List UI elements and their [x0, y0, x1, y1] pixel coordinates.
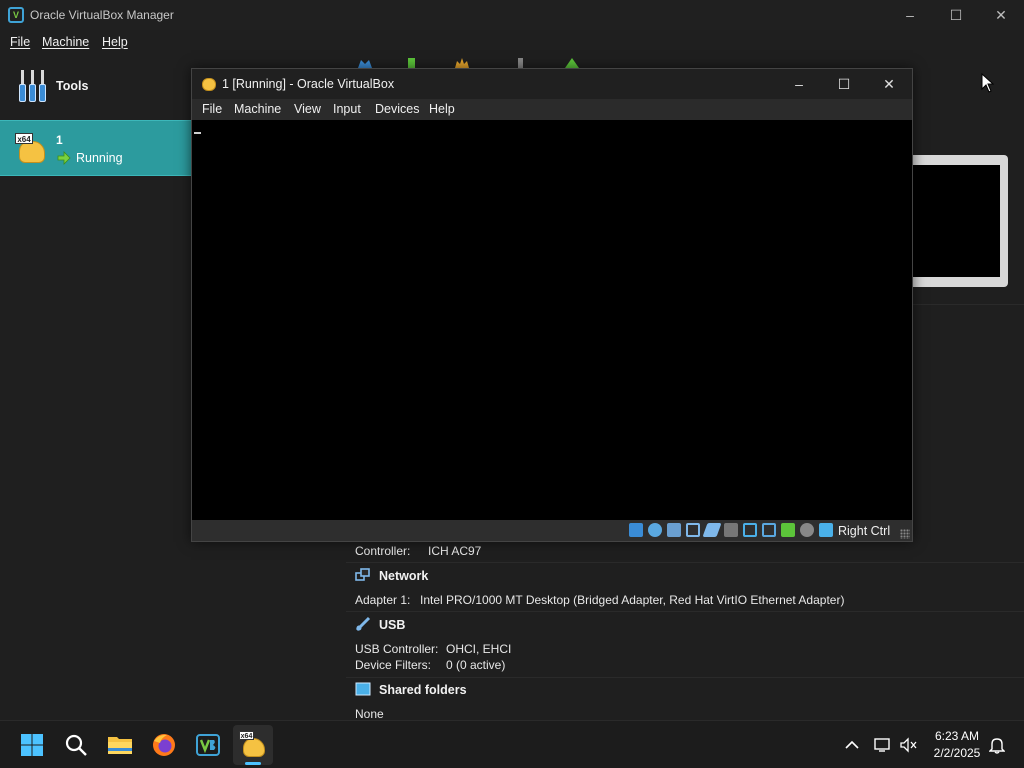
shared-folders-header[interactable]: Shared folders [379, 683, 467, 697]
vm-running-icon: x64 [239, 731, 267, 759]
close-button[interactable]: ✕ [978, 0, 1024, 30]
os-type-icon: x64 [15, 133, 47, 165]
tools-item[interactable]: Tools [0, 56, 192, 116]
manager-titlebar: V Oracle VirtualBox Manager – ☐ ✕ [0, 0, 1024, 30]
vm-list-item[interactable]: x64 1 Running [0, 120, 192, 176]
vm-menu-devices[interactable]: Devices [375, 102, 419, 116]
start-button[interactable] [12, 725, 52, 765]
menu-help[interactable]: Help [102, 35, 128, 49]
gear-icon[interactable] [455, 58, 469, 68]
show-hidden-icons-button[interactable] [838, 725, 866, 765]
shared-folders-icon[interactable] [724, 523, 738, 537]
usb-icon[interactable] [702, 523, 722, 537]
settings-tool-icon[interactable] [358, 58, 372, 68]
vm-state: Running [76, 151, 123, 165]
virtualbox-button[interactable] [188, 725, 228, 765]
hard-disk-icon[interactable] [629, 523, 643, 537]
vm-name: 1 [56, 133, 63, 147]
manager-title: Oracle VirtualBox Manager [30, 8, 174, 22]
show-tool-icon[interactable] [565, 58, 579, 68]
network-header[interactable]: Network [379, 569, 428, 583]
device-filters-value: 0 (0 active) [446, 658, 506, 672]
chevron-up-icon [845, 740, 859, 749]
usb-header[interactable]: USB [379, 618, 405, 632]
network-icon[interactable] [686, 523, 700, 537]
mouse-pointer-icon [981, 73, 995, 93]
bell-icon [989, 738, 1005, 754]
running-arrow-icon [57, 151, 71, 165]
optical-drive-icon[interactable] [648, 523, 662, 537]
adapter-label: Adapter 1: [355, 593, 411, 607]
network-icon [355, 568, 370, 581]
clock-time[interactable]: 6:23 AM [922, 729, 992, 743]
vm-window: 1 [Running] - Oracle VirtualBox – ☐ ✕ Fi… [191, 68, 913, 542]
network-tray-button[interactable] [870, 725, 896, 765]
vm-display[interactable] [192, 120, 912, 520]
vm-minimize-button[interactable]: – [776, 69, 822, 99]
clock-date[interactable]: 2/2/2025 [922, 746, 992, 760]
vm-menu-view[interactable]: View [294, 102, 321, 116]
shared-folders-value: None [355, 707, 384, 721]
vm-running-button[interactable]: x64 [233, 725, 273, 765]
menu-machine[interactable]: Machine [42, 35, 89, 49]
recording-icon[interactable] [762, 523, 776, 537]
tools-label: Tools [56, 79, 89, 93]
notifications-button[interactable] [984, 725, 1010, 765]
vm-menu-help[interactable]: Help [429, 102, 455, 116]
usb-controller-label: USB Controller: [355, 642, 439, 656]
virtualbox-logo-icon: V [8, 7, 24, 23]
host-key-label: Right Ctrl [838, 524, 891, 538]
search-button[interactable] [56, 725, 96, 765]
vm-statusbar: Right Ctrl [192, 520, 912, 541]
stop-tool-icon[interactable] [515, 58, 529, 68]
tools-icon [18, 70, 48, 102]
text-cursor [194, 132, 201, 134]
audio-controller-value: ICH AC97 [428, 544, 482, 558]
vm-menu-file[interactable]: File [202, 102, 222, 116]
virtualbox-icon [196, 734, 220, 756]
firefox-button[interactable] [144, 725, 184, 765]
vm-titlebar: 1 [Running] - Oracle VirtualBox – ☐ ✕ [192, 69, 912, 99]
vm-menu-machine[interactable]: Machine [234, 102, 281, 116]
vm-window-title: 1 [Running] - Oracle VirtualBox [222, 77, 395, 91]
maximize-button[interactable]: ☐ [933, 0, 979, 30]
cpu-icon[interactable] [781, 523, 795, 537]
resize-grip[interactable] [900, 529, 910, 539]
audio-controller-label: Controller: [355, 544, 411, 558]
vm-menu-input[interactable]: Input [333, 102, 361, 116]
volume-muted-icon [900, 737, 917, 753]
display-icon[interactable] [743, 523, 757, 537]
keyboard-icon[interactable] [819, 523, 833, 537]
usb-icon [355, 616, 371, 632]
device-filters-label: Device Filters: [355, 658, 432, 672]
vm-preview-thumbnail [900, 155, 1008, 287]
file-explorer-icon [108, 737, 132, 754]
active-app-indicator [245, 762, 261, 765]
vm-maximize-button[interactable]: ☐ [821, 69, 867, 99]
discard-tool-icon[interactable] [405, 58, 419, 68]
volume-tray-button[interactable] [896, 725, 922, 765]
firefox-icon [153, 734, 175, 756]
taskbar: x64 6:23 AM 2/2/2025 [0, 720, 1024, 768]
network-tray-icon [874, 738, 890, 752]
shared-folders-icon [355, 682, 371, 696]
vm-window-icon [200, 75, 218, 93]
search-icon [65, 734, 87, 756]
menu-file[interactable]: File [10, 35, 30, 49]
start-icon [21, 734, 43, 756]
audio-icon[interactable] [667, 523, 681, 537]
manager-menubar: File Machine Help [0, 30, 1024, 54]
vm-menubar: File Machine View Input Devices Help [192, 99, 912, 120]
file-explorer-button[interactable] [100, 725, 140, 765]
adapter-value: Intel PRO/1000 MT Desktop (Bridged Adapt… [420, 593, 845, 607]
usb-controller-value: OHCI, EHCI [446, 642, 512, 656]
vm-close-button[interactable]: ✕ [866, 69, 912, 99]
minimize-button[interactable]: – [887, 0, 933, 30]
mouse-integration-icon[interactable] [800, 523, 814, 537]
